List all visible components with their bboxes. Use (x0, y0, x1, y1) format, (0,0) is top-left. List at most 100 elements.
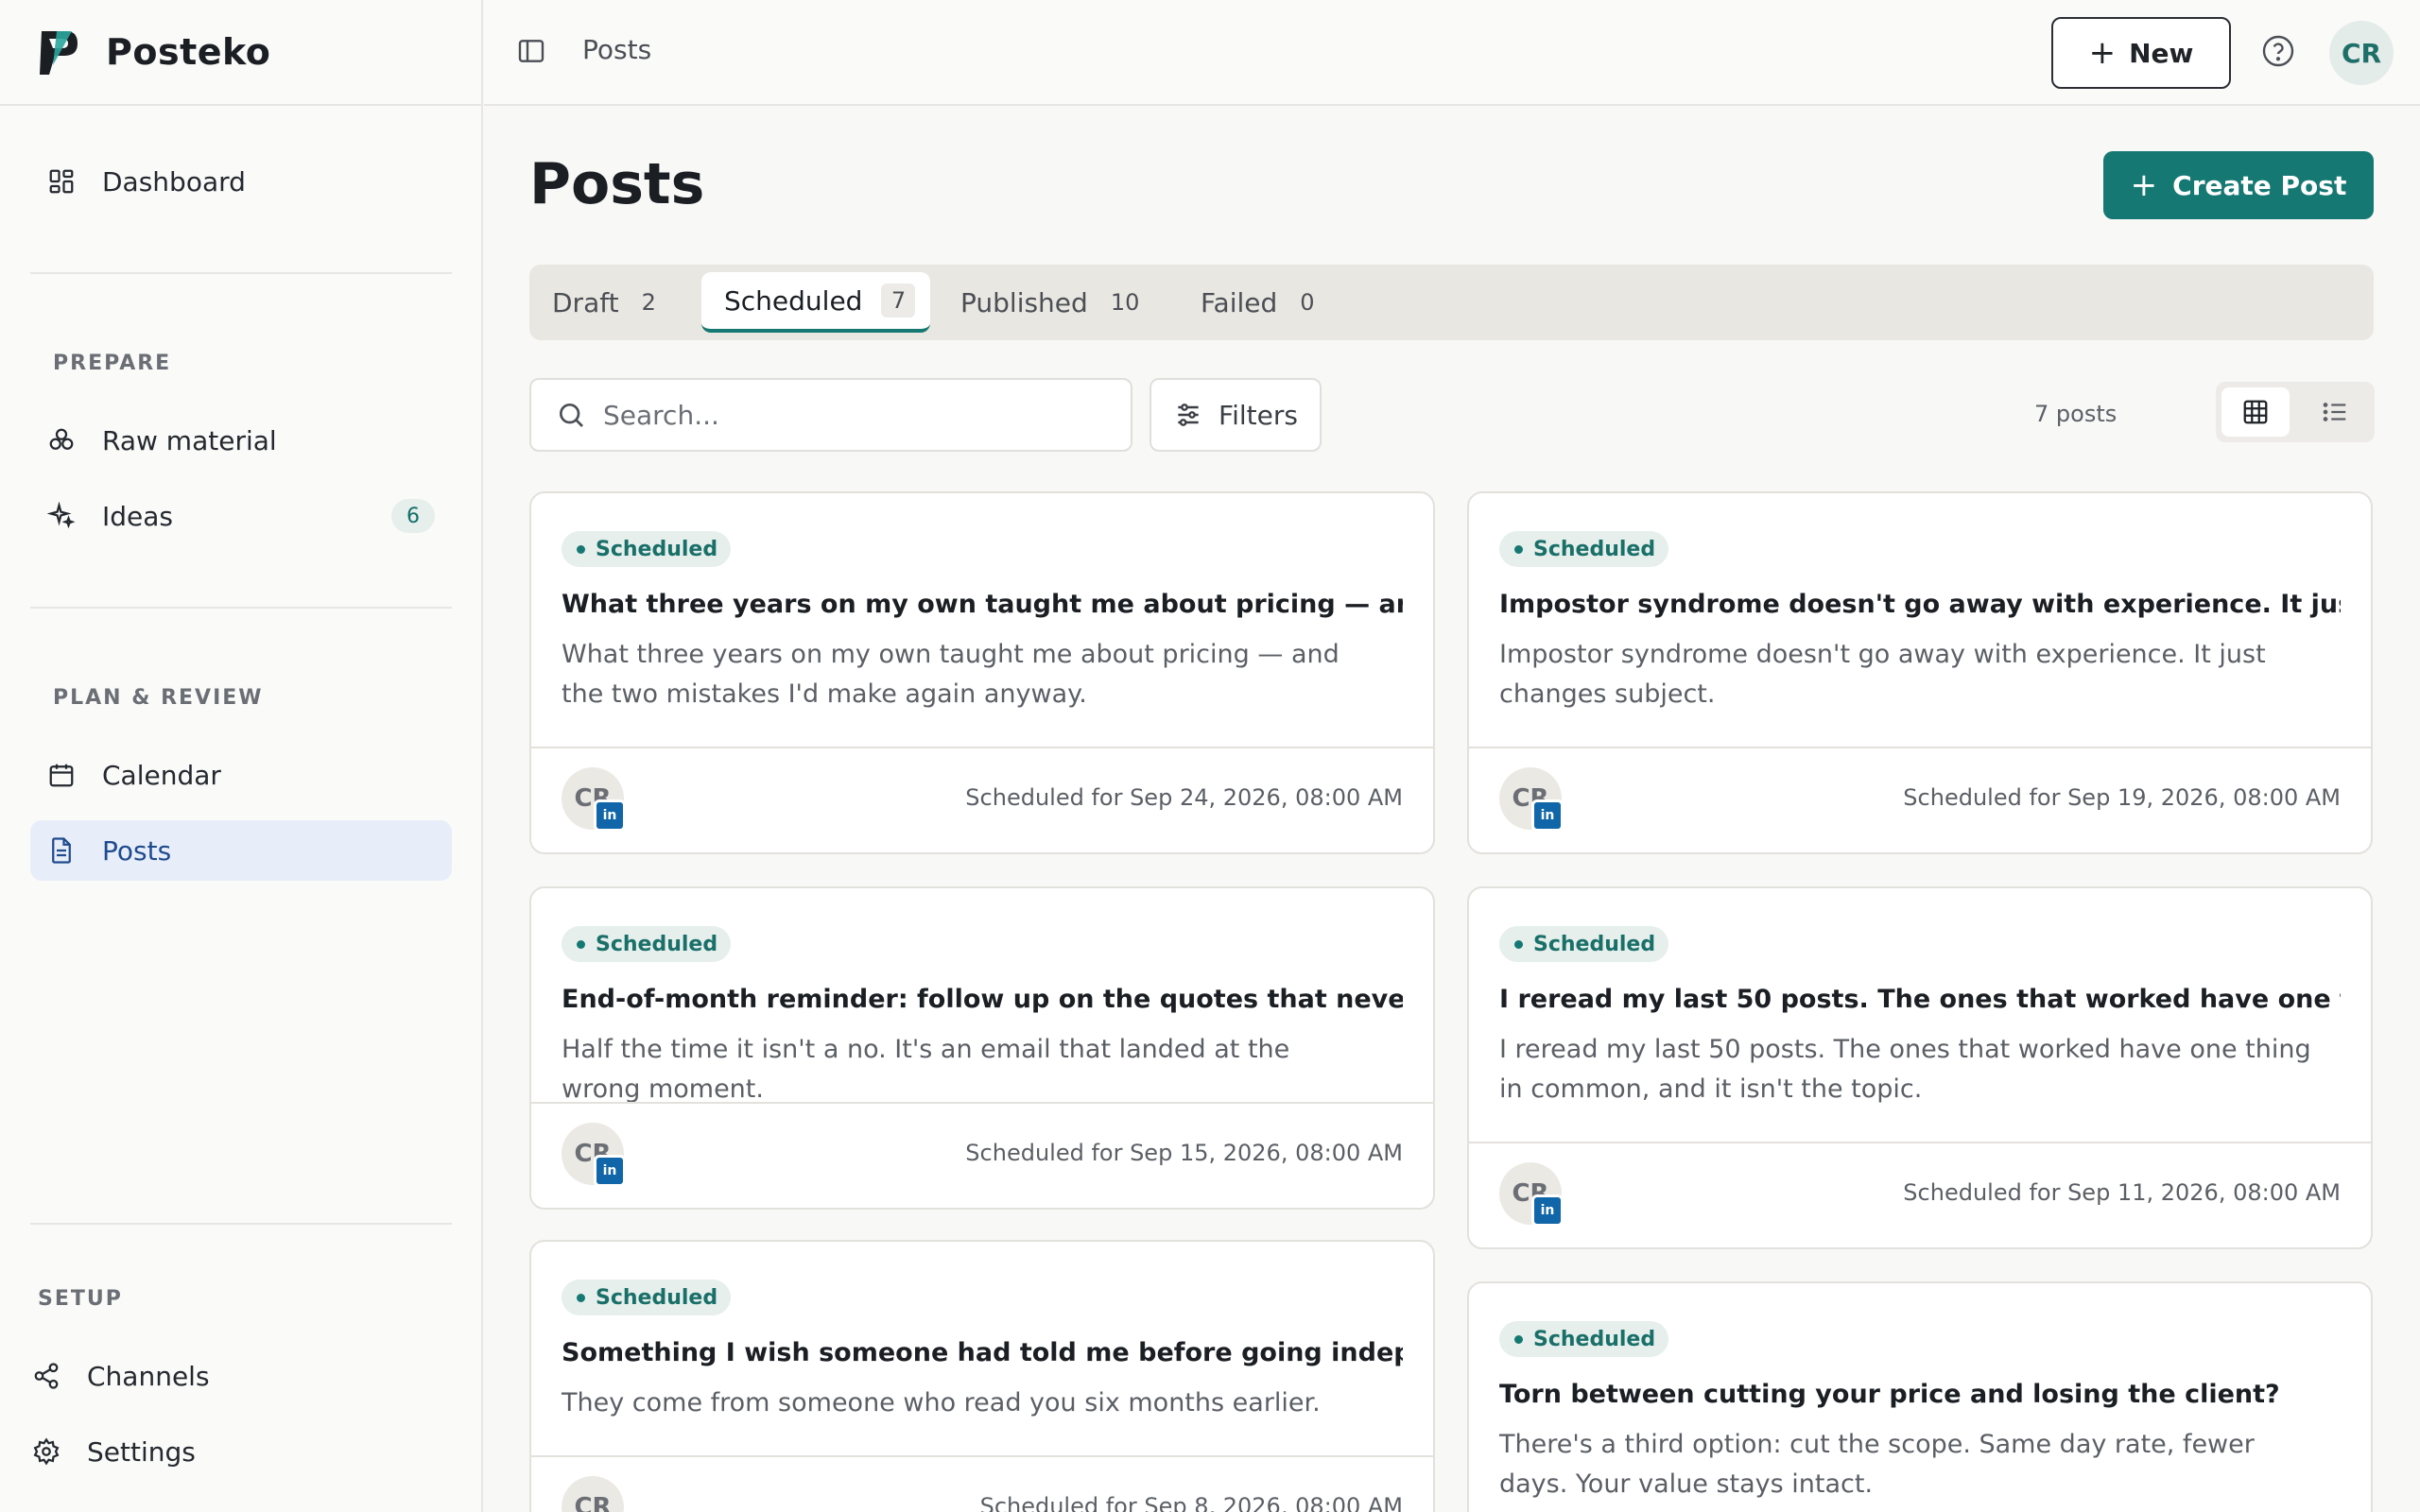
post-title: End-of-month reminder: follow up on the … (562, 985, 1403, 1014)
post-title: Impostor syndrome doesn't go away with e… (1499, 590, 2341, 619)
sidebar-item-label: Dashboard (102, 165, 246, 198)
status-badge: Scheduled (1499, 926, 1669, 962)
create-post-button[interactable]: + Create Post (2103, 151, 2374, 219)
post-count: 7 posts (2034, 401, 2118, 427)
sidebar-item-ideas[interactable]: Ideas 6 (30, 486, 452, 546)
card-divider (1469, 1142, 2371, 1143)
post-excerpt: Half the time it isn't a no. It's an ema… (562, 1035, 1290, 1104)
new-button-label: New (2129, 37, 2194, 69)
sidebar-item-channels[interactable]: Channels (15, 1346, 437, 1406)
status-badge: Scheduled (1499, 531, 1669, 567)
avatar: CR (562, 1476, 624, 1512)
filters-button[interactable]: Filters (1150, 378, 1322, 452)
scheduled-time: Scheduled for Sep 19, 2026, 08:00 AM (1903, 784, 2341, 811)
sidebar-item-posts[interactable]: Posts (30, 820, 452, 881)
post-card[interactable]: Scheduled Something I wish someone had t… (529, 1240, 1435, 1512)
section-heading-plan-review: PLAN & REVIEW (53, 686, 264, 710)
help-circle-icon[interactable] (2261, 34, 2295, 68)
sidebar-item-label: Settings (87, 1435, 196, 1468)
status-badge: Scheduled (562, 926, 732, 962)
scheduled-time: Scheduled for Sep 11, 2026, 08:00 AM (1903, 1179, 2341, 1206)
tab-published[interactable]: Published 10 (938, 272, 1155, 333)
section-heading-prepare: PREPARE (53, 352, 172, 375)
gear-icon (30, 1435, 62, 1468)
new-button[interactable]: + New (2051, 17, 2231, 89)
sidebar-item-label: Ideas (102, 500, 174, 532)
filters-label: Filters (1219, 399, 1298, 431)
status-tabs: Draft 2 Scheduled 7 Published 10 Failed … (529, 265, 2374, 340)
tab-count: 10 (1110, 289, 1140, 316)
post-card[interactable]: Scheduled What three years on my own tau… (529, 491, 1435, 854)
tab-label: Scheduled (724, 284, 863, 317)
card-divider (531, 747, 1433, 748)
brand[interactable]: Posteko (0, 0, 481, 106)
linkedin-icon: in (1531, 1194, 1564, 1227)
status-badge: Scheduled (562, 1280, 732, 1315)
sidebar-item-label: Raw material (102, 424, 277, 456)
post-excerpt: I reread my last 50 posts. The ones that… (1499, 1035, 2311, 1104)
page-title: Posts (529, 151, 705, 217)
dashboard-icon (45, 165, 78, 198)
sidebar-item-settings[interactable]: Settings (15, 1421, 437, 1482)
linkedin-icon: in (1531, 799, 1564, 832)
posteko-logo-icon (40, 31, 78, 75)
list-view-button[interactable] (2301, 387, 2369, 437)
tab-draft[interactable]: Draft 2 (529, 272, 690, 333)
post-card[interactable]: Scheduled I reread my last 50 posts. The… (1467, 886, 2373, 1249)
search-input[interactable] (603, 399, 1114, 431)
breadcrumb[interactable]: Posts (582, 34, 651, 65)
sidebar-item-label: Channels (87, 1360, 210, 1392)
grid-icon (2243, 400, 2268, 424)
view-toggle (2216, 382, 2375, 442)
post-title: Torn between cutting your price and losi… (1499, 1380, 2280, 1409)
plus-icon: + (2130, 166, 2158, 204)
scheduled-time: Scheduled for Sep 24, 2026, 08:00 AM (965, 784, 1403, 811)
ideas-count-badge: 6 (391, 499, 435, 533)
tab-failed[interactable]: Failed 0 (1178, 272, 1357, 333)
card-divider (531, 1102, 1433, 1104)
post-excerpt: What three years on my own taught me abo… (562, 640, 1340, 709)
sidebar-divider (30, 272, 452, 274)
post-title: What three years on my own taught me abo… (562, 590, 1403, 619)
post-card[interactable]: Scheduled End-of-month reminder: follow … (529, 886, 1435, 1210)
search-icon (560, 404, 583, 427)
create-post-label: Create Post (2172, 169, 2347, 201)
post-card[interactable]: Scheduled Torn between cutting your pric… (1467, 1281, 2373, 1512)
search-box[interactable] (529, 378, 1132, 452)
tab-count: 7 (881, 284, 916, 318)
tab-label: Published (960, 286, 1088, 318)
grid-view-button[interactable] (2221, 387, 2290, 437)
sidebar-toggle-icon[interactable] (516, 36, 546, 66)
components-icon (45, 424, 78, 456)
tab-label: Draft (552, 286, 619, 318)
section-heading-setup: SETUP (38, 1287, 123, 1311)
post-title: I reread my last 50 posts. The ones that… (1499, 985, 2341, 1014)
main-content: Posts + Create Post Draft 2 Scheduled 7 … (484, 108, 2420, 1512)
list-icon (2323, 403, 2346, 421)
tab-count: 2 (641, 289, 656, 316)
user-avatar[interactable]: CR (2329, 21, 2394, 85)
sparkles-icon (45, 500, 78, 532)
post-card[interactable]: Scheduled Impostor syndrome doesn't go a… (1467, 491, 2373, 854)
post-excerpt: There's a third option: cut the scope. S… (1499, 1430, 2255, 1499)
linkedin-icon: in (594, 799, 626, 832)
sidebar-item-calendar[interactable]: Calendar (30, 745, 452, 805)
status-badge: Scheduled (562, 531, 732, 567)
sidebar-item-raw-material[interactable]: Raw material (30, 410, 452, 471)
post-title: Something I wish someone had told me bef… (562, 1338, 1403, 1367)
card-divider (1469, 747, 2371, 748)
post-excerpt: Impostor syndrome doesn't go away with e… (1499, 640, 2266, 709)
sidebar-divider (30, 607, 452, 609)
sidebar-item-label: Calendar (102, 759, 221, 791)
scheduled-time: Scheduled for Sep 15, 2026, 08:00 AM (965, 1140, 1403, 1166)
sidebar-item-dashboard[interactable]: Dashboard (30, 151, 452, 212)
file-text-icon (45, 834, 78, 867)
sliders-icon (1178, 404, 1199, 426)
sidebar: Posteko Dashboard PREPARE Raw material I… (0, 0, 483, 1512)
scheduled-time: Scheduled for Sep 8, 2026, 08:00 AM (979, 1493, 1403, 1512)
topbar: Posts + New CR (484, 0, 2420, 106)
share-icon (30, 1360, 62, 1392)
plus-icon: + (2088, 34, 2117, 72)
tab-scheduled[interactable]: Scheduled 7 (701, 272, 930, 333)
sidebar-divider (30, 1223, 452, 1225)
